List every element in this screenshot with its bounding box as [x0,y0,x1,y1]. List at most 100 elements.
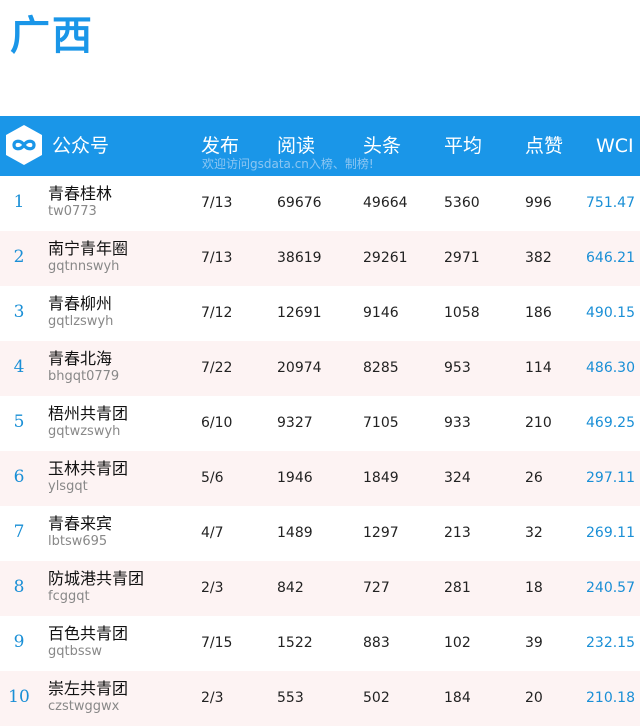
average-count: 102 [444,635,471,651]
headline-count: 8285 [363,360,399,376]
infinity-logo-icon [6,125,42,165]
rank-number: 3 [13,302,25,322]
headline-count: 9146 [363,305,399,321]
publish-count: 7/12 [201,305,233,321]
average-count: 281 [444,580,471,596]
wci-score: 646.21 [586,250,635,266]
like-count: 186 [525,305,552,321]
account-name: 崇左共青团 [48,679,129,698]
wci-score: 269.11 [586,525,635,541]
table-row[interactable]: 9 百色共青团 gqtbssw 7/15 1522 883 102 39 232.15 [0,616,640,671]
read-count: 9327 [277,415,313,431]
account-name: 玉林共青团 [48,459,129,478]
like-count: 39 [525,635,543,651]
read-count: 20974 [277,360,322,376]
publish-count: 7/13 [201,195,233,211]
account-name: 青春北海 [48,349,113,368]
like-count: 114 [525,360,552,376]
publish-count: 4/7 [201,525,224,541]
rank-number: 1 [13,192,25,212]
rank-number: 2 [13,247,25,267]
wci-score: 469.25 [586,415,635,431]
like-count: 32 [525,525,543,541]
read-count: 1946 [277,470,313,486]
wci-score: 751.47 [586,195,635,211]
header-average: 平均 [444,135,483,157]
wci-score: 486.30 [586,360,635,376]
read-count: 38619 [277,250,322,266]
read-count: 553 [277,690,304,706]
account-name: 青春柳州 [48,294,113,313]
headline-count: 7105 [363,415,399,431]
average-count: 2971 [444,250,480,266]
publish-count: 5/6 [201,470,224,486]
table-row[interactable]: 3 青春柳州 gqtlzswyh 7/12 12691 9146 1058 186 490.15 [0,286,640,341]
table-header: 公众号 发布 阅读 头条 平均 点赞 WCI 欢迎访问gsdata.cn入榜、制… [0,116,640,176]
account-name: 南宁青年圈 [48,239,129,258]
wci-score: 297.11 [586,470,635,486]
table-row[interactable]: 2 南宁青年圈 gqtnnswyh 7/13 38619 29261 2971 382 646.… [0,231,640,286]
publish-count: 7/15 [201,635,233,651]
page-title: 广西 [10,13,94,59]
like-count: 996 [525,195,552,211]
publish-count: 2/3 [201,580,224,596]
average-count: 324 [444,470,471,486]
account-id: lbtsw695 [48,534,108,549]
read-count: 1522 [277,635,313,651]
headline-count: 502 [363,690,390,706]
wci-score: 240.57 [586,580,635,596]
headline-count: 29261 [363,250,408,266]
account-id: fcggqt [48,589,90,604]
publish-count: 2/3 [201,690,224,706]
table-row[interactable]: 8 防城港共青团 fcggqt 2/3 842 727 281 18 240.57 [0,561,640,616]
average-count: 213 [444,525,471,541]
account-name: 梧州共青团 [48,404,129,423]
rank-number: 8 [13,577,25,597]
like-count: 20 [525,690,543,706]
headline-count: 1297 [363,525,399,541]
account-name: 百色共青团 [48,624,129,643]
read-count: 842 [277,580,304,596]
publish-count: 7/13 [201,250,233,266]
wci-score: 232.15 [586,635,635,651]
account-id: gqtwzswyh [48,424,121,439]
account-name: 青春桂林 [48,184,113,203]
account-name: 青春来宾 [48,514,113,533]
ranking-table: 1 青春桂林 tw0773 7/13 69676 49664 5360 996 751.47 2 南… [0,176,640,726]
publish-count: 7/22 [201,360,233,376]
rank-number: 6 [13,467,25,487]
account-id: gqtbssw [48,644,103,659]
wci-score: 490.15 [586,305,635,321]
like-count: 210 [525,415,552,431]
rank-number: 4 [13,357,25,377]
headline-count: 49664 [363,195,408,211]
average-count: 953 [444,360,471,376]
account-id: tw0773 [48,204,97,219]
read-count: 1489 [277,525,313,541]
headline-count: 727 [363,580,390,596]
table-row[interactable]: 7 青春来宾 lbtsw695 4/7 1489 1297 213 32 269.11 [0,506,640,561]
rank-number: 7 [13,522,25,542]
average-count: 5360 [444,195,480,211]
rank-number: 5 [13,412,25,432]
average-count: 1058 [444,305,480,321]
table-row[interactable]: 10 崇左共青团 czstwggwx 2/3 553 502 184 20 210.18 [0,671,640,726]
rank-number: 9 [13,632,25,652]
table-row[interactable]: 4 青春北海 bhgqt0779 7/22 20974 8285 953 114 486.30 [0,341,640,396]
like-count: 18 [525,580,543,596]
table-row[interactable]: 5 梧州共青团 gqtwzswyh 6/10 9327 7105 933 210 469.25 [0,396,640,451]
account-id: gqtnnswyh [48,259,120,274]
header-likes: 点赞 [525,135,564,157]
header-subtitle: 欢迎访问gsdata.cn入榜、制榜! [202,157,374,171]
header-account: 公众号 [52,135,110,157]
like-count: 382 [525,250,552,266]
table-row[interactable]: 1 青春桂林 tw0773 7/13 69676 49664 5360 996 751.47 [0,176,640,231]
account-id: gqtlzswyh [48,314,114,329]
read-count: 12691 [277,305,322,321]
header-headline: 头条 [363,135,402,157]
headline-count: 1849 [363,470,399,486]
average-count: 933 [444,415,471,431]
account-id: czstwggwx [48,699,120,714]
table-row[interactable]: 6 玉林共青团 ylsgqt 5/6 1946 1849 324 26 297.11 [0,451,640,506]
like-count: 26 [525,470,543,486]
